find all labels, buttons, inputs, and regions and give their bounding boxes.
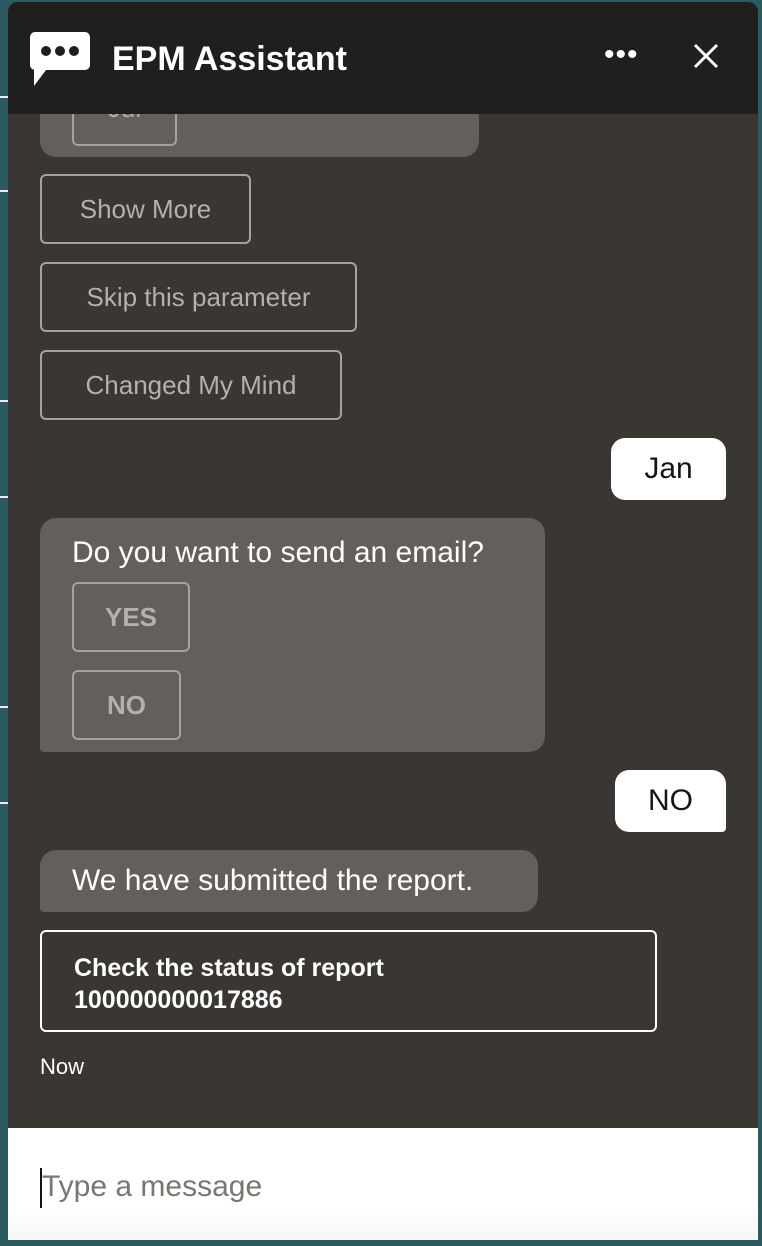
- changed-my-mind-button[interactable]: Changed My Mind: [40, 350, 342, 420]
- chat-title: EPM Assistant: [112, 40, 347, 78]
- user-message: NO: [615, 770, 726, 832]
- skip-parameter-button[interactable]: Skip this parameter: [40, 262, 357, 332]
- background-edge: [0, 496, 8, 498]
- bot-message-bubble: We have submitted the report.: [40, 850, 538, 912]
- chat-panel: EPM Assistant ••• Jul Show More Skip thi…: [8, 2, 758, 1240]
- background-edge: [0, 96, 8, 98]
- background-edge: [0, 802, 8, 804]
- more-options-button[interactable]: •••: [604, 38, 639, 72]
- timestamp: Now: [40, 1054, 85, 1079]
- chat-bubble-icon: [30, 32, 90, 86]
- message-placeholder: Type a message: [42, 1170, 263, 1203]
- chat-header: EPM Assistant •••: [8, 2, 758, 114]
- no-button[interactable]: NO: [72, 670, 181, 740]
- background-edge: [0, 190, 8, 192]
- card-line-2: 100000000017886: [74, 986, 283, 1014]
- show-more-button[interactable]: Show More: [40, 174, 251, 244]
- background-edge: [0, 400, 8, 402]
- background-edge: [0, 706, 8, 708]
- message-input[interactable]: Type a message: [8, 1128, 758, 1240]
- card-line-1: Check the status of report: [74, 954, 384, 982]
- question-text: Do you want to send an email?: [72, 536, 484, 569]
- user-message: Jan: [611, 438, 726, 500]
- yes-button[interactable]: YES: [72, 582, 190, 652]
- bot-question-bubble: Do you want to send an email? YES NO: [40, 518, 545, 752]
- check-status-card-button[interactable]: Check the status of report 1000000000178…: [40, 930, 657, 1032]
- bot-message-text: We have submitted the report.: [72, 864, 474, 897]
- close-icon[interactable]: [690, 40, 722, 72]
